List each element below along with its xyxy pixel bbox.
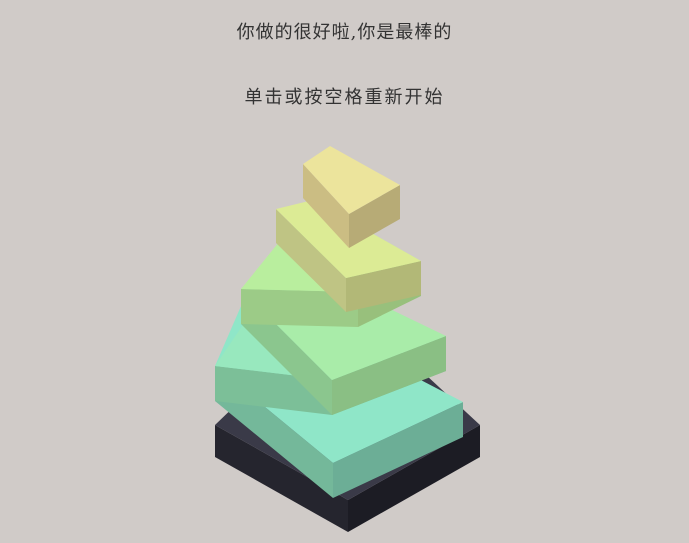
stack-scene[interactable] — [0, 0, 689, 543]
